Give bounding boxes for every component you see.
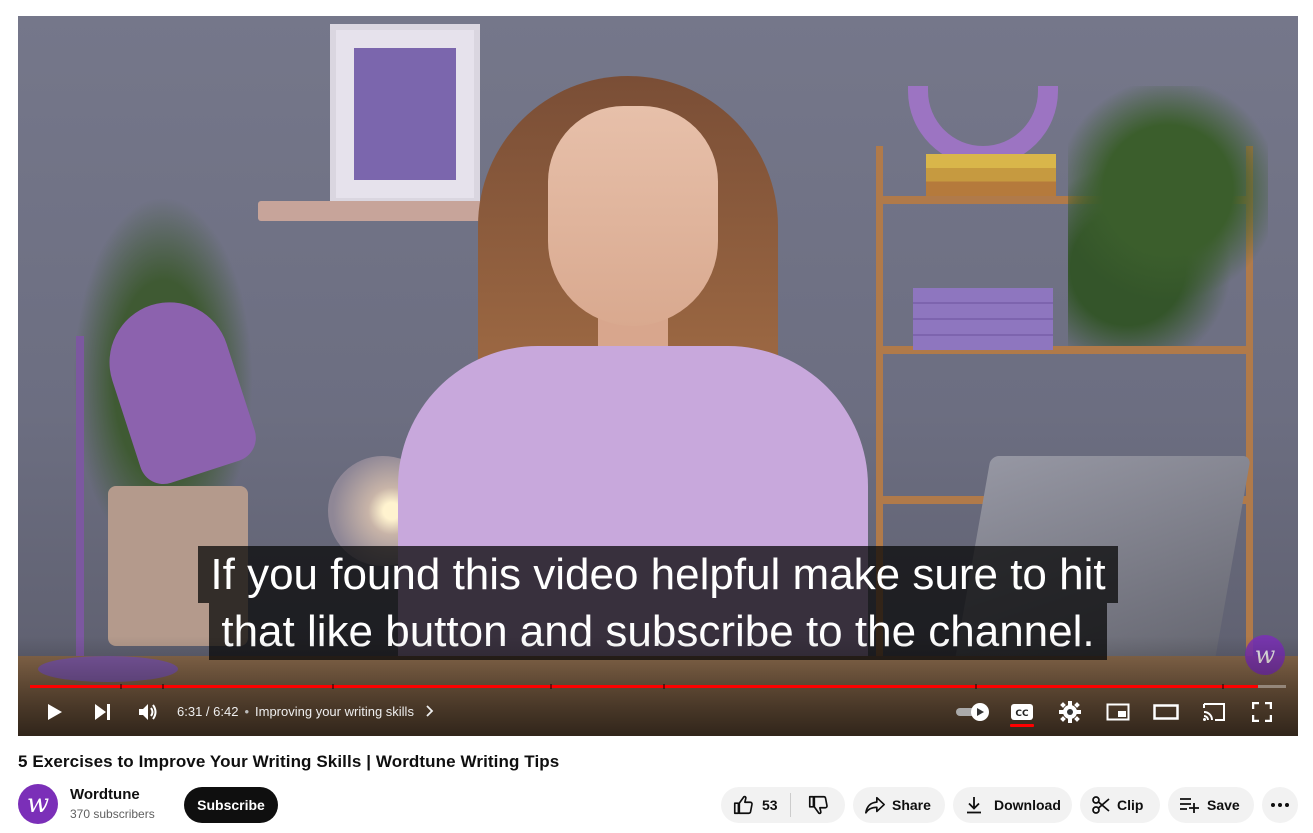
theater-mode-button[interactable]: [1150, 696, 1182, 728]
chapter-marker: [975, 684, 977, 689]
scissors-icon: [1091, 795, 1111, 815]
chapter-marker: [162, 684, 164, 689]
settings-icon: [1059, 701, 1081, 723]
chapter-title[interactable]: Improving your writing skills: [255, 704, 414, 719]
channel-owner: w Wordtune 370 subscribers: [18, 784, 155, 824]
cast-button[interactable]: [1198, 696, 1230, 728]
chapter-marker: [663, 684, 665, 689]
share-icon: [864, 795, 886, 815]
time-elapsed: 6:31 / 6:42: [177, 704, 239, 719]
caption-line-1: If you found this video helpful make sur…: [198, 546, 1118, 603]
save-label: Save: [1207, 797, 1240, 813]
like-dislike-group: 53: [721, 787, 845, 823]
channel-name[interactable]: Wordtune: [70, 785, 155, 805]
playlist-add-icon: [1179, 795, 1201, 815]
chevron-right-icon[interactable]: [424, 705, 436, 717]
save-button[interactable]: Save: [1168, 787, 1254, 823]
channel-info: Wordtune 370 subscribers: [70, 785, 155, 823]
download-label: Download: [994, 797, 1061, 813]
chapter-marker: [332, 684, 334, 689]
fullscreen-icon: [1252, 702, 1272, 722]
video-player[interactable]: If you found this video helpful make sur…: [18, 16, 1298, 736]
like-count: 53: [762, 797, 778, 813]
dislike-button[interactable]: [791, 787, 845, 823]
subscriber-count: 370 subscribers: [70, 807, 155, 821]
video-title: 5 Exercises to Improve Your Writing Skil…: [18, 752, 560, 771]
download-icon: [964, 795, 984, 815]
cast-icon: [1203, 703, 1225, 721]
volume-button[interactable]: [132, 696, 164, 728]
share-button[interactable]: Share: [853, 787, 945, 823]
autoplay-toggle-icon: [956, 703, 989, 721]
separator-dot: •: [244, 704, 250, 719]
thumbs-up-icon: [733, 795, 753, 815]
chapter-marker: [550, 684, 552, 689]
like-button[interactable]: 53: [721, 787, 790, 823]
cc-active-indicator: [1010, 724, 1034, 727]
next-button[interactable]: [86, 696, 118, 728]
miniplayer-icon: [1106, 703, 1130, 721]
more-icon: [1271, 803, 1289, 807]
chapter-marker: [1222, 684, 1224, 689]
download-button[interactable]: Download: [953, 787, 1072, 823]
clip-button[interactable]: Clip: [1080, 787, 1160, 823]
fullscreen-button[interactable]: [1246, 696, 1278, 728]
svg-text:CC: CC: [1015, 709, 1029, 719]
cc-icon: CC: [1011, 704, 1033, 720]
theater-icon: [1153, 704, 1179, 720]
next-icon: [95, 704, 110, 720]
channel-avatar[interactable]: w: [18, 784, 58, 824]
play-button[interactable]: [38, 696, 70, 728]
volume-icon: [139, 704, 157, 720]
play-icon: [48, 704, 62, 720]
settings-button[interactable]: [1054, 696, 1086, 728]
autoplay-toggle[interactable]: [952, 696, 992, 728]
time-display: 6:31 / 6:42 • Improving your writing skill…: [177, 704, 436, 720]
clip-label: Clip: [1117, 797, 1144, 813]
chapter-marker: [120, 684, 122, 689]
progress-played: [30, 685, 1259, 688]
subscribe-button[interactable]: Subscribe: [184, 787, 278, 823]
progress-bar[interactable]: [30, 684, 1286, 689]
share-label: Share: [892, 797, 931, 813]
thumbs-down-icon: [808, 795, 828, 815]
miniplayer-button[interactable]: [1102, 696, 1134, 728]
more-actions-button[interactable]: [1262, 787, 1298, 823]
